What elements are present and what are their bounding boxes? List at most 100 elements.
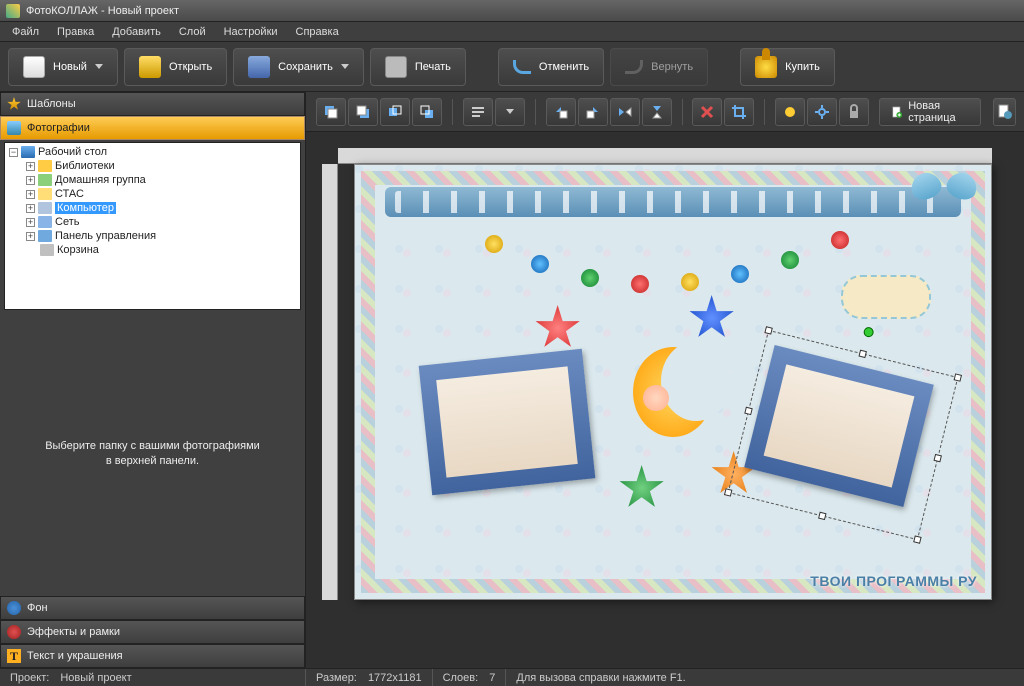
undo-button[interactable]: Отменить: [498, 48, 604, 86]
tree-item[interactable]: + Компьютер: [7, 201, 298, 215]
window-title: ФотоКОЛЛАЖ - Новый проект: [26, 5, 179, 17]
label-tag-decoration[interactable]: [841, 275, 931, 319]
buy-button[interactable]: Купить: [740, 48, 835, 86]
accordion-templates[interactable]: Шаблоны: [0, 92, 305, 116]
bow-decoration: [909, 167, 979, 217]
home-icon: [38, 174, 52, 186]
layer-up-button[interactable]: [380, 98, 410, 126]
palette-icon: [7, 625, 21, 639]
tree-item-label: СТАС: [55, 188, 84, 200]
bring-front-button[interactable]: [316, 98, 346, 126]
photo-frame-1[interactable]: [418, 349, 595, 495]
tree-item[interactable]: + Панель управления: [7, 229, 298, 243]
menu-edit[interactable]: Правка: [49, 24, 102, 40]
tree-item-label: Компьютер: [55, 202, 116, 214]
accordion-text[interactable]: TТекст и украшения: [0, 644, 305, 668]
hint-panel: Выберите папку с вашими фотографиямив ве…: [0, 312, 305, 596]
new-file-icon: [23, 56, 45, 78]
watermark-text: ТВОИ ПРОГРАММЫ РУ: [810, 573, 977, 589]
flip-v-button[interactable]: [642, 98, 672, 126]
accordion-background[interactable]: Фон: [0, 596, 305, 620]
accordion-effects[interactable]: Эффекты и рамки: [0, 620, 305, 644]
effects-label: Эффекты и рамки: [27, 626, 120, 638]
menu-settings[interactable]: Настройки: [216, 24, 286, 40]
tree-expand-icon[interactable]: +: [26, 162, 35, 171]
tree-item-label: Панель управления: [55, 230, 156, 242]
menu-file[interactable]: Файл: [4, 24, 47, 40]
tree-item[interactable]: + Сеть: [7, 215, 298, 229]
resize-handle[interactable]: [764, 326, 772, 334]
resize-handle[interactable]: [724, 488, 732, 496]
tree-item[interactable]: +Домашняя группа: [7, 173, 298, 187]
redo-icon: [625, 60, 643, 74]
bead-garland-decoration: [465, 211, 881, 291]
tree-expand-icon[interactable]: +: [26, 190, 35, 199]
tree-root[interactable]: − Рабочий стол: [7, 145, 298, 159]
rotate-left-button[interactable]: [546, 98, 576, 126]
rotate-right-button[interactable]: [578, 98, 608, 126]
layer-down-button[interactable]: [412, 98, 442, 126]
hint-line-2: в верхней панели.: [106, 455, 199, 467]
sidebar: Шаблоны Фотографии − Рабочий стол +Библио…: [0, 92, 306, 668]
resize-handle[interactable]: [858, 350, 866, 358]
print-button-label: Печать: [415, 61, 451, 73]
page-settings-button[interactable]: [993, 98, 1016, 126]
titlebar: ФотоКОЛЛАЖ - Новый проект: [0, 0, 1024, 22]
moon-face-decoration: [643, 385, 669, 411]
resize-handle[interactable]: [913, 535, 921, 543]
lock-button[interactable]: [839, 98, 869, 126]
canvas-toolbar: Новая страница: [306, 92, 1024, 132]
effects-button[interactable]: [775, 98, 805, 126]
folder-icon: [38, 160, 52, 172]
new-button[interactable]: Новый: [8, 48, 118, 86]
send-back-button[interactable]: [348, 98, 378, 126]
accordion-photos[interactable]: Фотографии: [0, 116, 305, 140]
new-page-label: Новая страница: [908, 100, 968, 124]
main-toolbar: Новый Открыть Сохранить Печать Отменить …: [0, 42, 1024, 92]
settings-button[interactable]: [807, 98, 837, 126]
delete-button[interactable]: [692, 98, 722, 126]
menubar: Файл Правка Добавить Слой Настройки Спра…: [0, 22, 1024, 42]
canvas-viewport[interactable]: ТВОИ ПРОГРАММЫ РУ: [306, 132, 1024, 668]
print-button[interactable]: Печать: [370, 48, 466, 86]
tree-expand-icon[interactable]: +: [26, 232, 35, 241]
tree-item[interactable]: Корзина: [7, 243, 298, 257]
redo-button[interactable]: Вернуть: [610, 48, 708, 86]
resize-handle[interactable]: [744, 407, 752, 415]
tree-item[interactable]: +Библиотеки: [7, 159, 298, 173]
key-icon: [755, 56, 777, 78]
align-dropdown-button[interactable]: [495, 98, 525, 126]
undo-icon: [513, 60, 531, 74]
resize-handle[interactable]: [933, 454, 941, 462]
statusbar: Проект: Новый проект Размер: 1772x1181 С…: [0, 668, 1024, 686]
tree-expand-icon[interactable]: +: [26, 204, 35, 213]
new-page-button[interactable]: Новая страница: [879, 98, 981, 126]
open-button[interactable]: Открыть: [124, 48, 227, 86]
tree-root-label: Рабочий стол: [38, 146, 107, 158]
tree-collapse-icon[interactable]: −: [9, 148, 18, 157]
chevron-down-icon: [95, 64, 103, 69]
tree-expand-icon[interactable]: +: [26, 218, 35, 227]
crop-button[interactable]: [724, 98, 754, 126]
app-icon: [6, 4, 20, 18]
templates-label: Шаблоны: [27, 98, 76, 110]
resize-handle[interactable]: [818, 512, 826, 520]
status-layers: Слоев: 7: [433, 669, 507, 686]
menu-help[interactable]: Справка: [288, 24, 347, 40]
ruler-vertical: [322, 164, 338, 600]
tree-expand-icon[interactable]: +: [26, 176, 35, 185]
folder-tree[interactable]: − Рабочий стол +Библиотеки+Домашняя групп…: [4, 142, 301, 310]
status-size: Размер: 1772x1181: [306, 669, 433, 686]
menu-add[interactable]: Добавить: [104, 24, 169, 40]
text-icon: T: [7, 649, 21, 663]
align-button[interactable]: [463, 98, 493, 126]
tree-item[interactable]: + СТАС: [7, 187, 298, 201]
user-icon: [38, 188, 52, 200]
resize-handle[interactable]: [953, 373, 961, 381]
save-button[interactable]: Сохранить: [233, 48, 364, 86]
collage-page[interactable]: ТВОИ ПРОГРАММЫ РУ: [354, 164, 992, 600]
tree-item-label: Сеть: [55, 216, 79, 228]
menu-layer[interactable]: Слой: [171, 24, 214, 40]
flip-h-button[interactable]: [610, 98, 640, 126]
buy-button-label: Купить: [785, 61, 820, 73]
